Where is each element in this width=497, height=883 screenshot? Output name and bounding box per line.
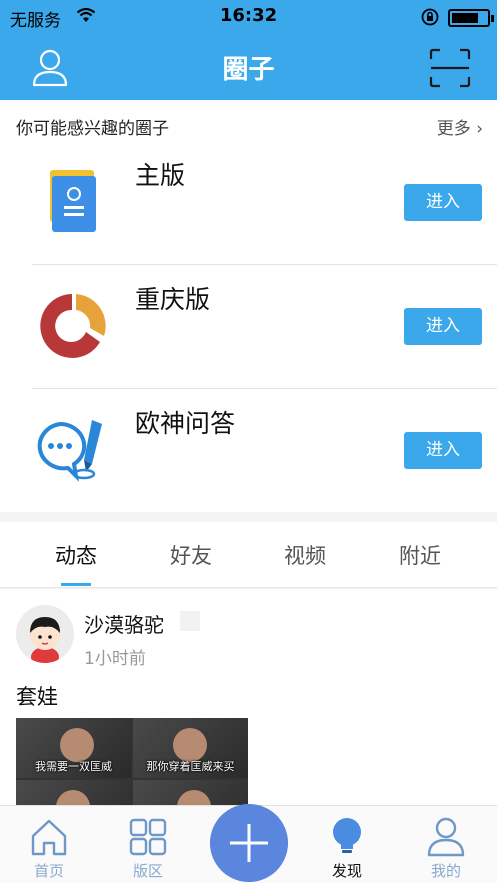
image-panel (16, 780, 131, 805)
tabbar-label: 我的 (430, 862, 461, 880)
image-caption: 那你穿着匡威来买 (146, 760, 235, 773)
chongqing-logo-icon (40, 294, 106, 358)
avatar[interactable] (16, 605, 74, 663)
post-timestamp: 1小时前 (84, 649, 146, 669)
more-link[interactable]: 更多 › (437, 114, 483, 139)
image-panel: 那你穿着匡威来买 (133, 718, 248, 778)
orientation-lock-icon (421, 8, 439, 26)
tabbar-label: 发现 (331, 862, 362, 880)
author-name[interactable]: 沙漠骆驼 (84, 609, 164, 638)
suggested-circles: 你可能感兴趣的圈子 更多 › 主版 进入 重庆版 进入 欧神问答 进入 (0, 100, 497, 512)
active-tab-indicator (61, 583, 91, 586)
enter-button[interactable]: 进入 (404, 184, 482, 221)
circle-item-qa: 欧神问答 进入 (0, 388, 497, 512)
tabbar-home[interactable]: 首页 (9, 806, 89, 883)
feed-tabs: 动态 好友 视频 附近 (0, 522, 497, 588)
tab-nearby[interactable]: 附近 (375, 540, 465, 570)
tab-friends[interactable]: 好友 (146, 540, 236, 570)
post-text: 套娃 (16, 685, 58, 709)
tabbar-boards[interactable]: 版区 (108, 806, 188, 883)
bulb-icon (333, 818, 361, 853)
author-badge (180, 611, 200, 631)
enter-button[interactable]: 进入 (404, 432, 482, 469)
tab-dynamic[interactable]: 动态 (31, 540, 121, 570)
bottom-tab-bar: 首页 版区 发现 我的 (0, 804, 497, 883)
tabbar-discover[interactable]: 发现 (307, 806, 387, 883)
divider (32, 264, 497, 265)
image-face (173, 728, 207, 762)
image-face (60, 728, 94, 762)
divider (32, 388, 497, 389)
nav-bar: 圈子 (0, 34, 497, 100)
section-title: 你可能感兴趣的圈子 (16, 119, 169, 139)
plus-icon[interactable] (210, 804, 288, 882)
post-image[interactable]: 我需要一双匡威 那你穿着匡威来买 (16, 718, 248, 805)
circle-item-main: 主版 进入 (0, 140, 497, 264)
circle-name: 欧神问答 (135, 409, 236, 438)
image-caption: 我需要一双匡威 (35, 760, 112, 773)
tabbar-label: 版区 (132, 862, 163, 880)
scan-icon[interactable] (428, 47, 472, 89)
circle-name: 主版 (135, 161, 186, 190)
feed-post[interactable]: 沙漠骆驼 1小时前 套娃 我需要一双匡威 那你穿着匡威来买 (0, 589, 497, 805)
page-title: 圈子 (222, 55, 275, 85)
tabbar-me[interactable]: 我的 (406, 806, 486, 883)
chevron-right-icon: › (476, 119, 483, 139)
tabbar-label: 首页 (33, 862, 64, 880)
more-label: 更多 (436, 119, 471, 139)
image-face (177, 790, 211, 805)
document-logo-icon (50, 170, 96, 232)
tab-video[interactable]: 视频 (260, 540, 350, 570)
person-icon (427, 817, 465, 857)
image-face (56, 790, 90, 805)
battery-icon (448, 9, 494, 27)
circle-name: 重庆版 (135, 285, 211, 314)
enter-button[interactable]: 进入 (404, 308, 482, 345)
home-icon (31, 819, 67, 856)
grid-icon (129, 818, 167, 856)
circle-item-chongqing: 重庆版 进入 (0, 264, 497, 388)
chat-pencil-icon (37, 420, 102, 482)
status-bar: 无服务 16:32 (0, 0, 497, 34)
image-panel: 我需要一双匡威 (16, 718, 131, 778)
image-panel (133, 780, 248, 805)
